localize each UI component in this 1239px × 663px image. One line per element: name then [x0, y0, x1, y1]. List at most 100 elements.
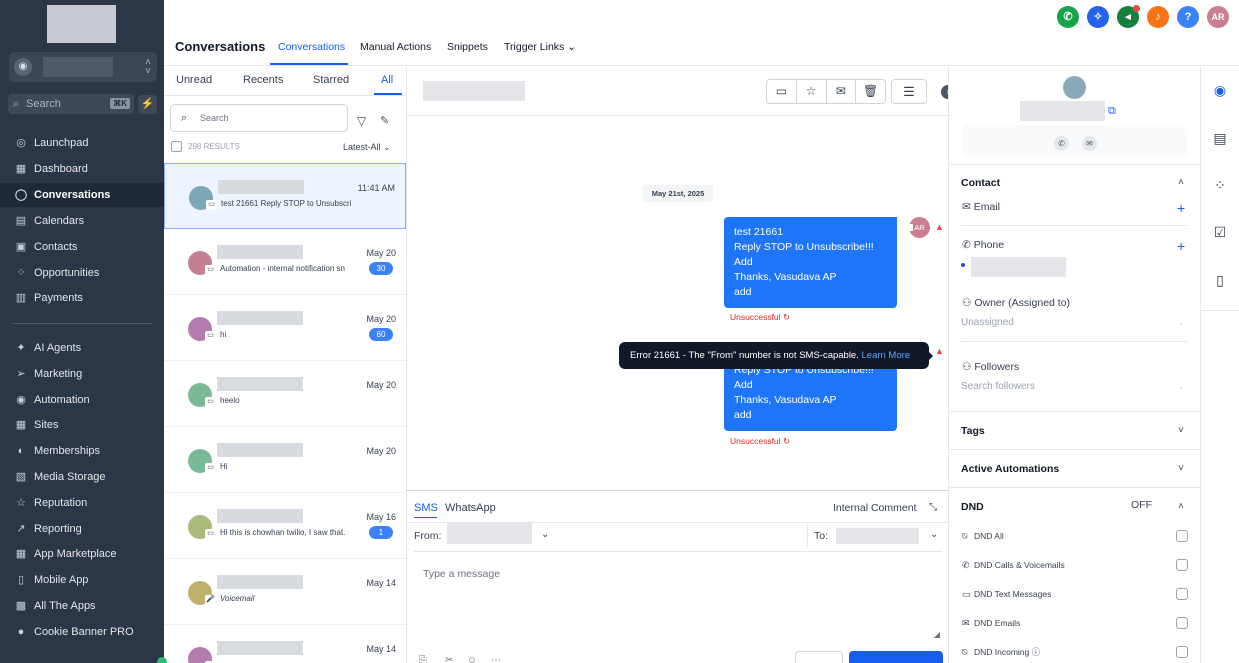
dnd-checkbox[interactable] — [1176, 646, 1188, 658]
retry-icon[interactable]: ↻ — [783, 436, 790, 446]
chevron-down-icon[interactable]: ⌄ — [1178, 318, 1185, 327]
info-icon[interactable]: ⓘ — [1029, 647, 1041, 657]
external-link-icon[interactable]: ⧉ — [1108, 105, 1116, 118]
conversation-list-item[interactable]: ▭ Hi May 20 — [164, 427, 406, 493]
select-all-checkbox[interactable] — [171, 141, 182, 152]
paperclip-icon[interactable]: ✂ — [445, 655, 453, 663]
conversation-list-item[interactable]: ▭May 14 — [164, 625, 406, 663]
contact-profile-icon[interactable]: ◉ — [1209, 79, 1231, 101]
calendar-icon[interactable]: ▤ — [1209, 127, 1231, 149]
folder-icon[interactable]: ▭ — [767, 80, 797, 103]
dnd-checkbox[interactable] — [1176, 530, 1188, 542]
attach-icon[interactable]: ⎘ — [419, 655, 427, 663]
sidebar-item-all-the-apps[interactable]: ▩ All The Apps — [0, 594, 164, 618]
chevron-up-icon[interactable]: ˄ — [1178, 501, 1184, 512]
sidebar-item-reporting[interactable]: ↗ Reporting — [0, 517, 164, 541]
emoji-icon[interactable]: ☺ — [467, 655, 477, 663]
conversation-list-item[interactable]: ▭ heelo May 20 — [164, 361, 406, 427]
collapse-panel-icon[interactable]: › — [941, 85, 948, 99]
conversation-list-item[interactable]: ▭ test 21661 Reply STOP to Unsubscri 11:41… — [164, 163, 406, 229]
phone-value-redacted[interactable] — [971, 257, 1066, 277]
learn-more-link[interactable]: Learn More — [862, 350, 911, 361]
chevron-down-icon[interactable]: ˅ — [1178, 463, 1184, 474]
tab-snippets[interactable]: Snippets — [447, 41, 488, 53]
quick-action-bolt-icon[interactable]: ⚡ — [138, 95, 157, 114]
section-contact[interactable]: Contact — [961, 177, 1000, 189]
sidebar-item-marketing[interactable]: ➢ Marketing — [0, 362, 164, 386]
conversation-list-item[interactable]: 🎤 Voicemail May 14 — [164, 559, 406, 625]
sidebar-item-app-marketplace[interactable]: ▦ App Marketplace — [0, 542, 164, 566]
resize-handle-icon[interactable]: ◢ — [934, 630, 940, 639]
tasks-icon[interactable]: ☑ — [1209, 221, 1231, 243]
composer-tab-sms[interactable]: SMS — [414, 502, 438, 514]
sidebar-search[interactable]: ⌕ Search ⌘K — [8, 94, 134, 114]
sidebar-item-mobile-app[interactable]: ▯ Mobile App — [0, 568, 164, 592]
notes-icon[interactable]: ▯ — [1209, 269, 1231, 291]
compose-icon[interactable]: ✎ — [380, 114, 389, 127]
from-number-select[interactable] — [447, 522, 532, 544]
sidebar-item-sites[interactable]: ▦ Sites — [0, 413, 164, 437]
sidebar-item-dashboard[interactable]: ▦ Dashboard — [0, 157, 164, 181]
filter-lines-icon[interactable]: ☰ — [891, 79, 927, 104]
help-icon[interactable]: ? — [1177, 6, 1199, 28]
message-bubble[interactable]: test 21661 Reply STOP to Unsubscribe!!! … — [724, 217, 897, 308]
trash-icon[interactable]: 🗑 — [856, 80, 885, 103]
conversation-list-item[interactable]: ▭ Automation - internal notification sn Ma… — [164, 229, 406, 295]
send-button[interactable] — [849, 651, 943, 663]
list-tab-all[interactable]: All — [381, 74, 393, 86]
sidebar-item-reputation[interactable]: ☆ Reputation — [0, 491, 164, 515]
conversation-search-input[interactable]: ⌕ Search — [170, 104, 348, 132]
sidebar-item-payments[interactable]: ▥ Payments — [0, 286, 164, 310]
sidebar-item-conversations[interactable]: ◯ Conversations — [0, 183, 164, 207]
sidebar-item-launchpad[interactable]: ◎ Launchpad — [0, 131, 164, 155]
sidebar-item-automation[interactable]: ◉ Automation — [0, 388, 164, 412]
sidebar-item-ai-agents[interactable]: ✦ AI Agents — [0, 336, 164, 360]
dnd-checkbox[interactable] — [1176, 617, 1188, 629]
magic-wand-icon[interactable]: ✧ — [1087, 6, 1109, 28]
error-warning-icon[interactable]: ▲ — [935, 346, 945, 356]
dnd-checkbox[interactable] — [1176, 559, 1188, 571]
star-icon[interactable]: ☆ — [797, 80, 827, 103]
owner-select[interactable]: Unassigned — [961, 317, 1014, 328]
sidebar-item-opportunities[interactable]: ⁘ Opportunities — [0, 261, 164, 285]
message-bubble[interactable]: Reply STOP to Unsubscribe!!! Add Thanks,… — [724, 361, 897, 431]
mail-icon[interactable]: ✉ — [827, 80, 857, 103]
list-tab-starred[interactable]: Starred — [313, 74, 349, 86]
sort-dropdown[interactable]: Latest-All ⌄ — [343, 142, 391, 153]
sidebar-item-contacts[interactable]: ▣ Contacts — [0, 235, 164, 259]
sidebar-item-cookie-banner-pro[interactable]: ● Cookie Banner PRO — [0, 620, 164, 644]
followers-search[interactable]: Search followers — [961, 381, 1035, 392]
section-dnd[interactable]: DND — [961, 501, 984, 513]
dnd-checkbox[interactable] — [1176, 588, 1188, 600]
add-email-icon[interactable]: + — [1177, 201, 1185, 215]
composer-tab-whatsapp[interactable]: WhatsApp — [445, 502, 496, 514]
account-switcher[interactable]: ◉ ˄ ˅ — [9, 52, 157, 82]
megaphone-icon[interactable]: ◂ — [1117, 5, 1140, 28]
chevron-down-icon[interactable]: ⌄ — [1178, 382, 1185, 391]
bell-icon[interactable]: ♪ — [1147, 6, 1169, 28]
filter-icon[interactable]: ▽ — [357, 114, 366, 128]
list-tab-recents[interactable]: Recents — [243, 74, 283, 86]
collapse-composer-icon[interactable]: ⤡ — [929, 502, 937, 513]
section-active-automations[interactable]: Active Automations — [961, 463, 1059, 475]
chevron-down-icon[interactable]: ⌄ — [930, 529, 938, 540]
more-icon[interactable]: ⋯ — [491, 655, 501, 663]
conversation-list-item[interactable]: ▭ hi May 20 60 — [164, 295, 406, 361]
retry-icon[interactable]: ↻ — [783, 312, 790, 322]
tab-conversations[interactable]: Conversations — [278, 41, 345, 53]
call-icon[interactable]: ✆ — [1054, 136, 1069, 151]
conversation-list-item[interactable]: ▭ Hi this is chowhan twilio, I saw that. M… — [164, 493, 406, 559]
message-input[interactable]: Type a message ◢ — [414, 552, 942, 640]
phone-icon[interactable]: ✆ — [1057, 6, 1079, 28]
sidebar-item-media-storage[interactable]: ▧ Media Storage — [0, 465, 164, 489]
to-number-select[interactable] — [836, 528, 919, 544]
internal-comment-toggle[interactable]: Internal Comment — [833, 502, 916, 514]
user-avatar[interactable]: AR — [1207, 6, 1229, 28]
section-tags[interactable]: Tags — [961, 425, 985, 437]
email-icon[interactable]: ✉ — [1082, 136, 1097, 151]
error-warning-icon[interactable]: ▲ — [935, 222, 945, 232]
workflow-icon[interactable]: ⁘ — [1209, 174, 1231, 196]
chevron-down-icon[interactable]: ˅ — [1178, 425, 1184, 436]
clear-button[interactable] — [795, 651, 843, 663]
list-tab-unread[interactable]: Unread — [176, 74, 212, 86]
